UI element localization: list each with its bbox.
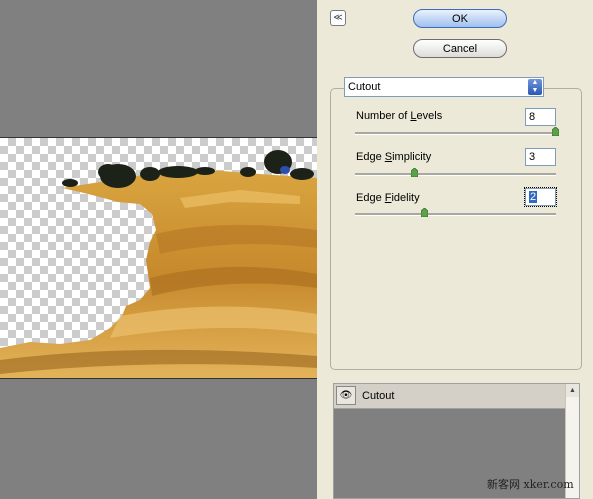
levels-slider-thumb[interactable] [552,127,559,136]
filter-select-value: Cutout [348,81,381,93]
levels-label: Number of Levels [356,110,443,122]
preview-area [0,0,317,499]
field-image [0,150,317,378]
simplicity-label: Edge Simplicity [356,151,432,163]
fidelity-label: Edge Fidelity [356,192,420,204]
simplicity-slider-track[interactable] [355,173,556,176]
levels-input[interactable]: 8 [525,108,556,126]
cancel-button[interactable]: Cancel [413,39,507,58]
filter-select[interactable]: Cutout ▲ ▼ [344,77,544,97]
eye-icon[interactable]: 👁 [336,386,356,405]
levels-slider-track[interactable] [355,132,556,135]
fidelity-input[interactable]: 2 [524,187,557,207]
watermark-text: 新客网 xker.com [487,478,574,491]
parameters-group [330,88,582,370]
collapse-icon[interactable]: ≪ [330,10,346,26]
simplicity-input[interactable]: 3 [525,148,556,166]
preview-image[interactable] [0,137,317,379]
scroll-up-icon[interactable]: ▲ [566,384,579,397]
fidelity-slider-thumb[interactable] [421,208,429,217]
simplicity-slider-thumb[interactable] [411,168,419,177]
layer-row[interactable]: 👁 Cutout [334,384,567,409]
fidelity-slider-track[interactable] [355,213,556,216]
ok-button[interactable]: OK [413,9,507,28]
layer-label: Cutout [362,390,395,402]
select-arrows-icon: ▲ ▼ [528,79,542,95]
